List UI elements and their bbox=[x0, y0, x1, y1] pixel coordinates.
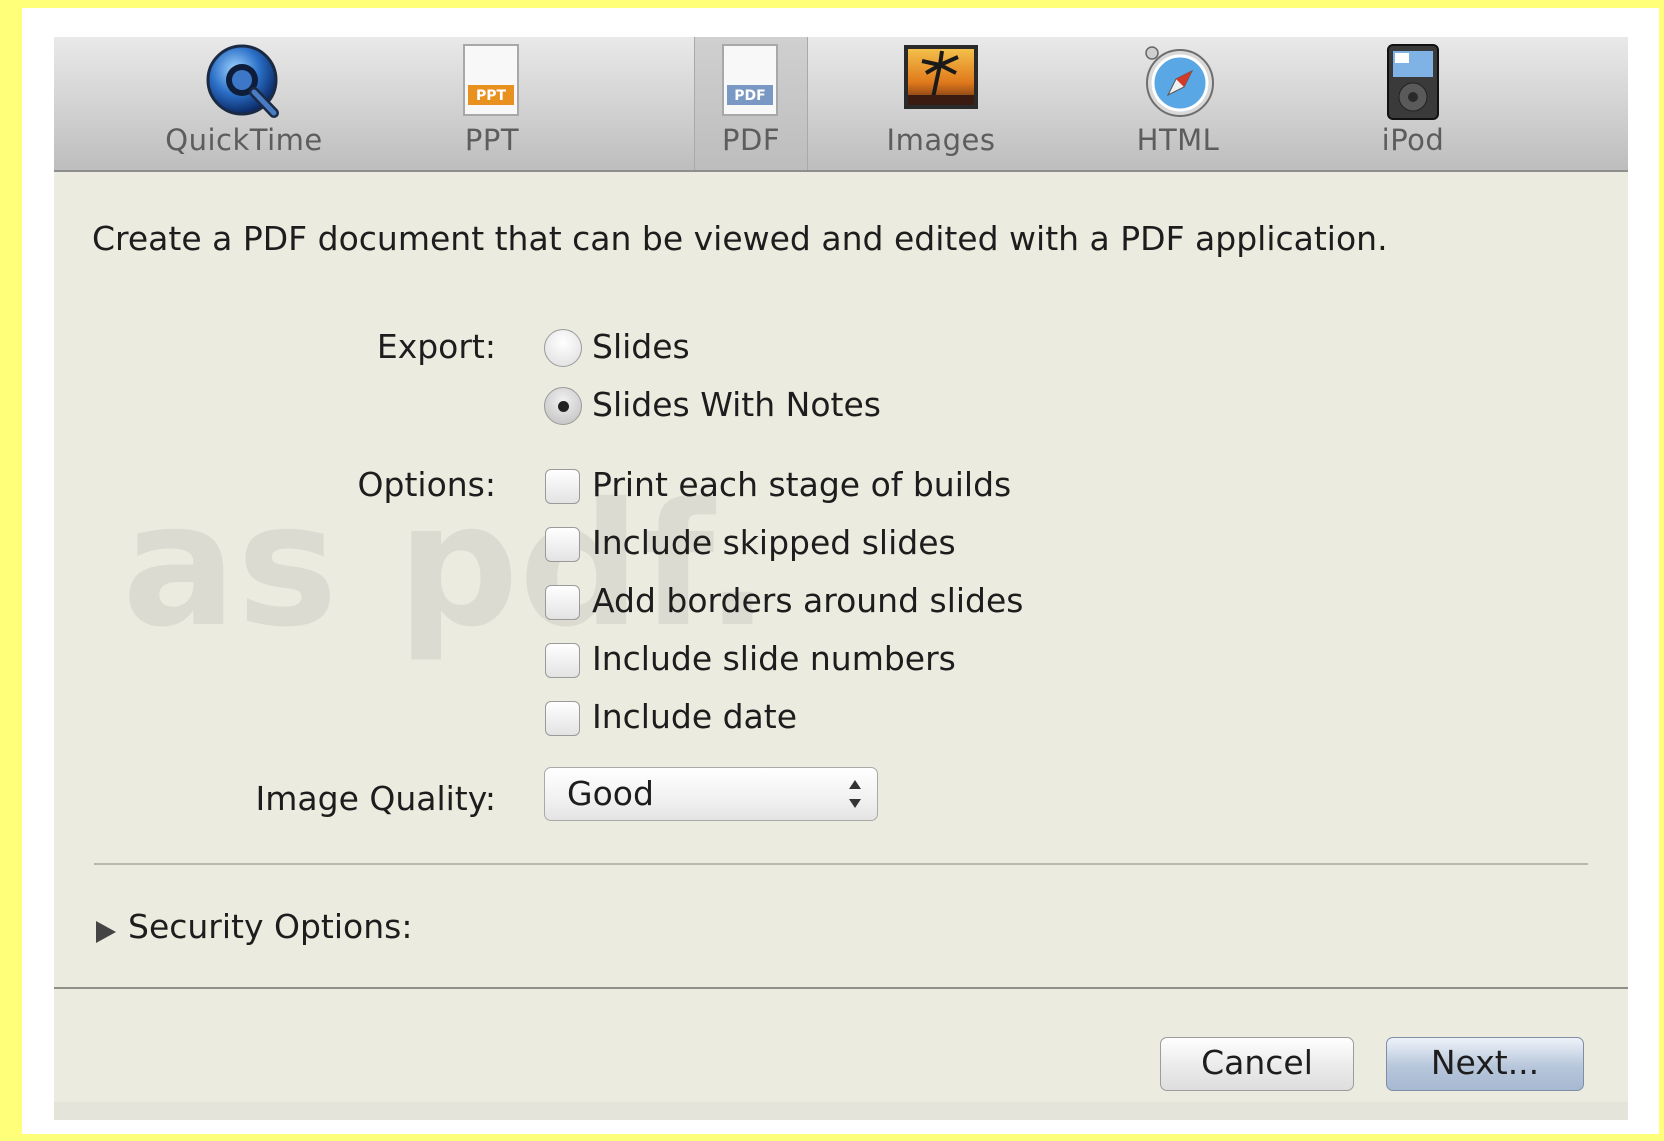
export-format-toolbar: QuickTime PPT PPT PDF PDF Images HTML iP… bbox=[54, 37, 1628, 172]
format-description: Create a PDF document that can be viewed… bbox=[92, 219, 1388, 258]
radio-slides-with-notes-label[interactable]: Slides With Notes bbox=[592, 385, 881, 424]
radio-slides-label[interactable]: Slides bbox=[592, 327, 690, 366]
checkbox-include-date[interactable] bbox=[545, 701, 580, 736]
tab-label: iPod bbox=[1381, 123, 1445, 157]
checkbox-slide-numbers[interactable] bbox=[545, 643, 580, 678]
tab-label: PPT bbox=[464, 123, 520, 157]
image-quality-value: Good bbox=[567, 774, 654, 813]
section-divider bbox=[94, 863, 1588, 865]
pdf-badge: PDF bbox=[734, 88, 765, 104]
next-button[interactable]: Next... bbox=[1386, 1037, 1584, 1091]
images-icon bbox=[902, 43, 980, 117]
updown-arrows-icon bbox=[845, 776, 865, 812]
tab-html[interactable]: HTML bbox=[1078, 37, 1278, 170]
quicktime-icon bbox=[204, 43, 284, 125]
checkbox-include-skipped[interactable] bbox=[545, 527, 580, 562]
options-label: Options: bbox=[357, 465, 496, 504]
checkbox-print-builds-label[interactable]: Print each stage of builds bbox=[592, 465, 1011, 504]
export-label: Export: bbox=[376, 327, 496, 366]
tab-label: Images bbox=[886, 123, 996, 157]
radio-slides[interactable] bbox=[544, 329, 582, 367]
tab-ppt[interactable]: PPT PPT bbox=[392, 37, 592, 170]
tab-images[interactable]: Images bbox=[841, 37, 1041, 170]
radio-slides-with-notes[interactable] bbox=[544, 387, 582, 425]
tab-label: PDF bbox=[722, 123, 780, 157]
checkbox-include-skipped-label[interactable]: Include skipped slides bbox=[592, 523, 956, 562]
export-dialog: QuickTime PPT PPT PDF PDF Images HTML iP… bbox=[54, 37, 1628, 1120]
bottom-edge-strip bbox=[54, 1102, 1628, 1120]
tab-ipod[interactable]: iPod bbox=[1313, 37, 1513, 170]
security-options-toggle[interactable]: Security Options: bbox=[128, 907, 412, 946]
tab-label: HTML bbox=[1136, 123, 1220, 157]
tab-pdf[interactable]: PDF PDF bbox=[694, 37, 808, 170]
radio-selected-dot bbox=[557, 400, 569, 412]
checkbox-add-borders[interactable] bbox=[545, 585, 580, 620]
ipod-icon bbox=[1385, 43, 1441, 125]
checkbox-print-builds[interactable] bbox=[545, 469, 580, 504]
cancel-button[interactable]: Cancel bbox=[1160, 1037, 1354, 1091]
tab-quicktime[interactable]: QuickTime bbox=[144, 37, 344, 170]
checkbox-include-date-label[interactable]: Include date bbox=[592, 697, 797, 736]
checkbox-slide-numbers-label[interactable]: Include slide numbers bbox=[592, 639, 956, 678]
image-quality-select[interactable]: Good bbox=[544, 767, 878, 821]
ppt-file-icon: PPT bbox=[462, 43, 522, 123]
disclosure-triangle-icon[interactable] bbox=[92, 915, 120, 949]
checkbox-add-borders-label[interactable]: Add borders around slides bbox=[592, 581, 1024, 620]
pdf-file-icon: PDF bbox=[721, 43, 781, 123]
tab-label: QuickTime bbox=[165, 123, 323, 157]
image-quality-label: Image Quality: bbox=[255, 779, 496, 818]
safari-compass-icon bbox=[1140, 43, 1216, 123]
ppt-badge: PPT bbox=[476, 88, 507, 104]
